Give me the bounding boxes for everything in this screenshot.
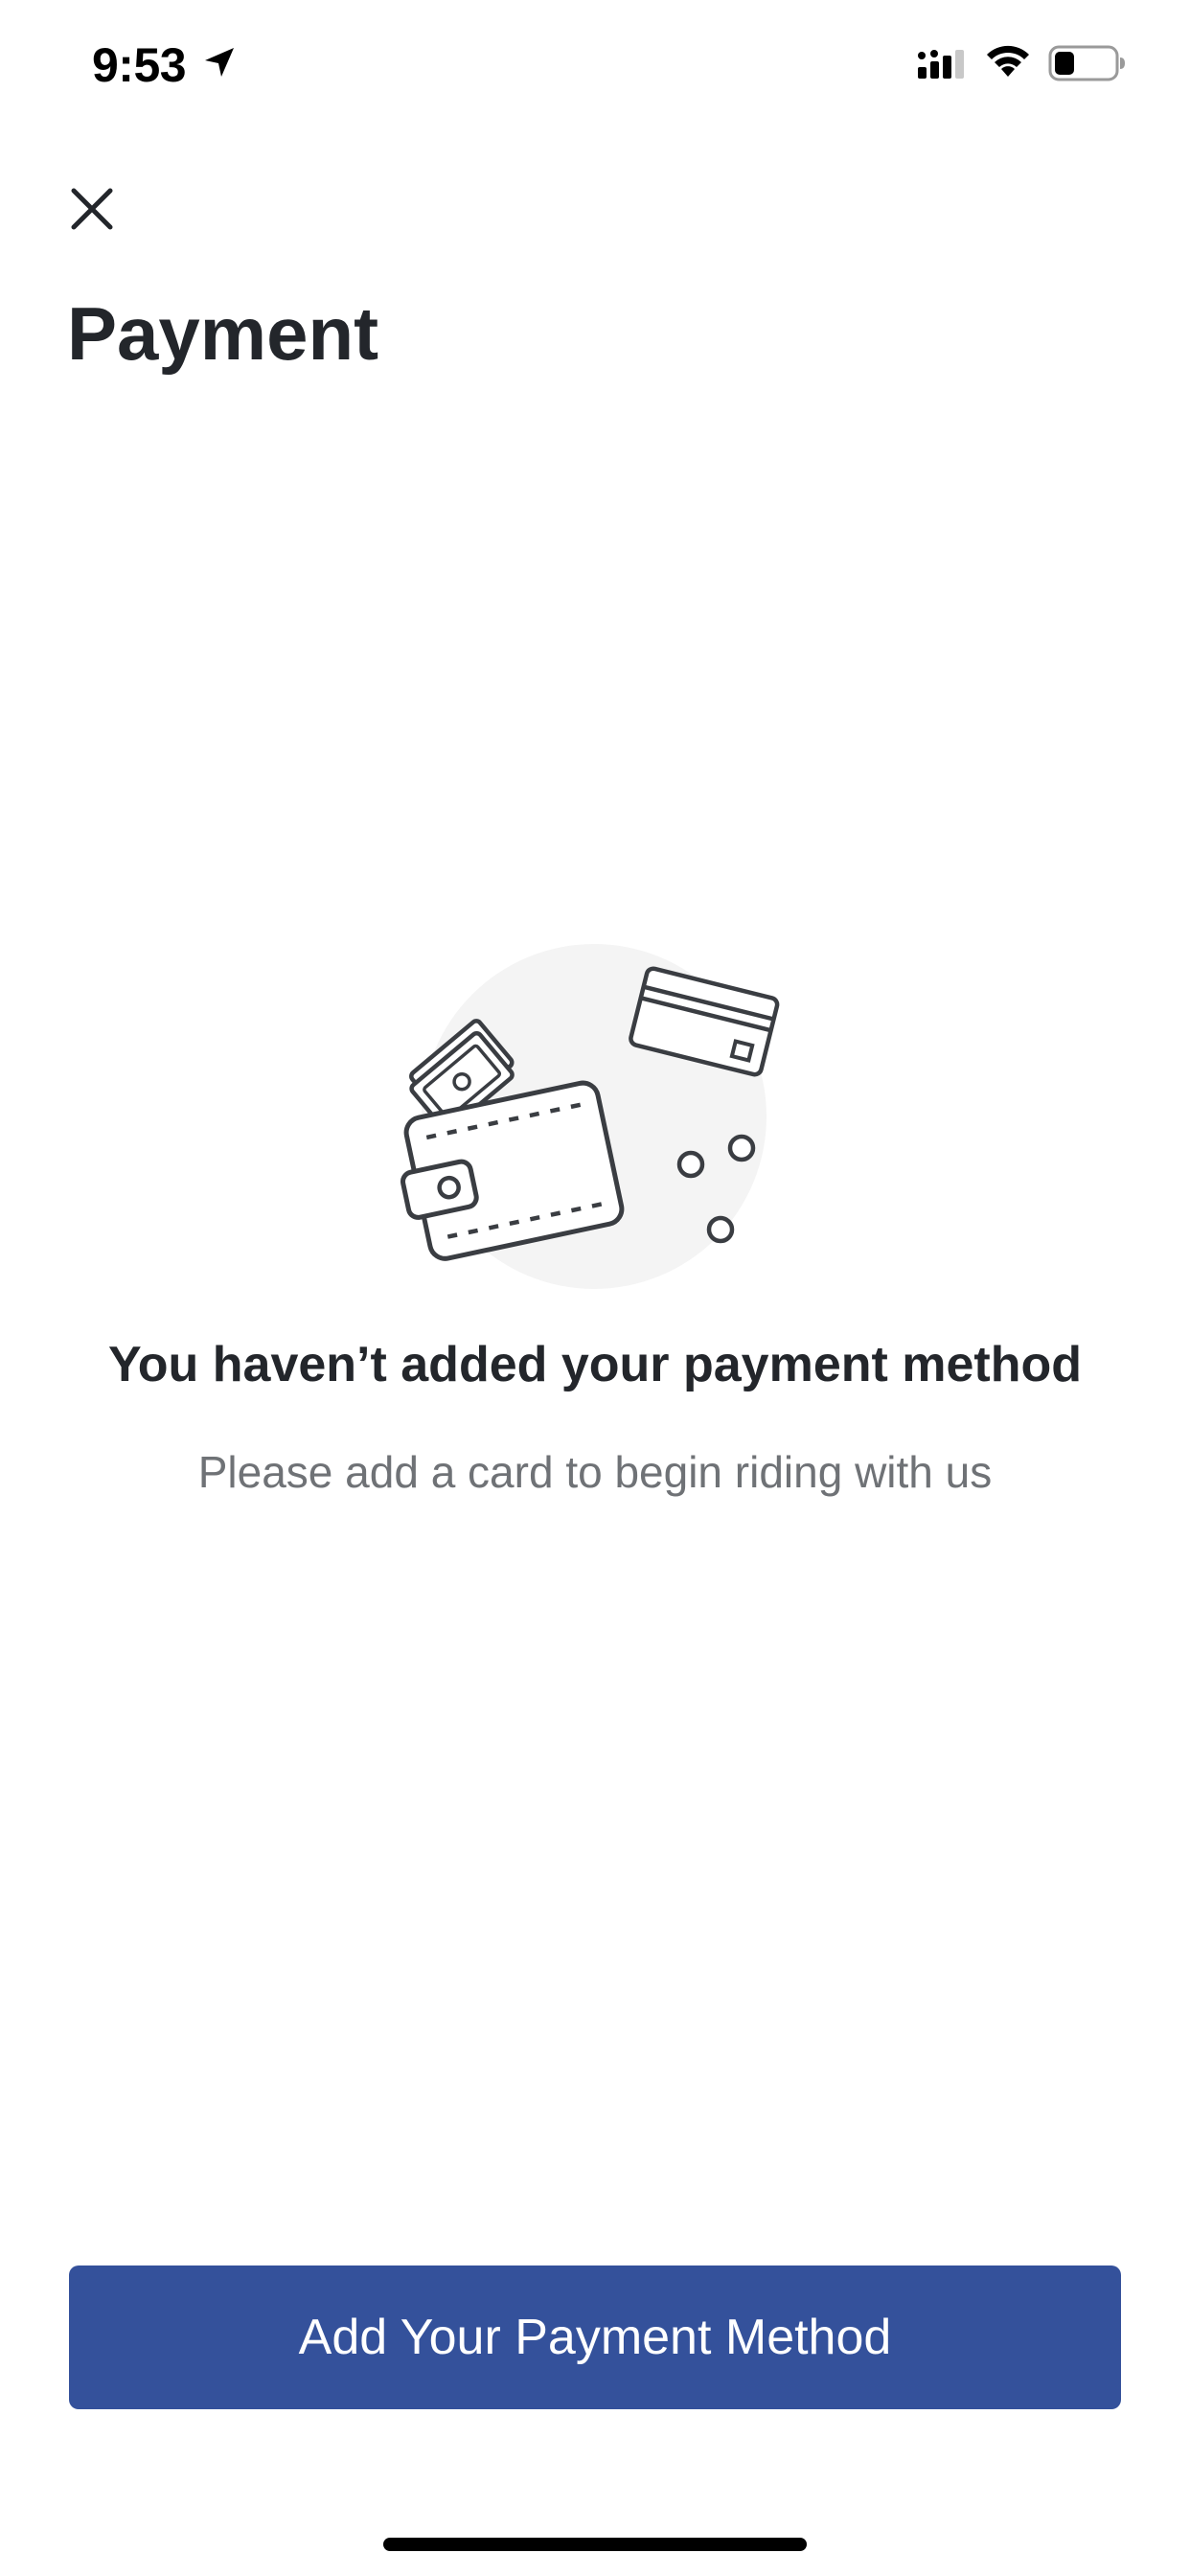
wifi-icon xyxy=(987,45,1029,77)
close-button[interactable] xyxy=(59,176,125,242)
battery-icon xyxy=(1048,45,1125,81)
location-arrow-icon xyxy=(205,48,234,77)
home-indicator[interactable] xyxy=(383,2538,807,2551)
status-time: 9:53 xyxy=(92,38,187,92)
cellular-signal-icon xyxy=(918,50,964,79)
status-bar: 9:53 xyxy=(0,0,1190,126)
close-icon xyxy=(71,188,113,230)
empty-state-subtitle: Please add a card to begin riding with u… xyxy=(197,1447,993,1497)
page-title: Payment xyxy=(67,291,379,376)
empty-state-title: You haven’t added your payment method xyxy=(107,1337,1083,1392)
add-payment-method-button[interactable]: Add Your Payment Method xyxy=(69,2266,1121,2409)
wallet-and-card-icon xyxy=(400,944,780,1289)
